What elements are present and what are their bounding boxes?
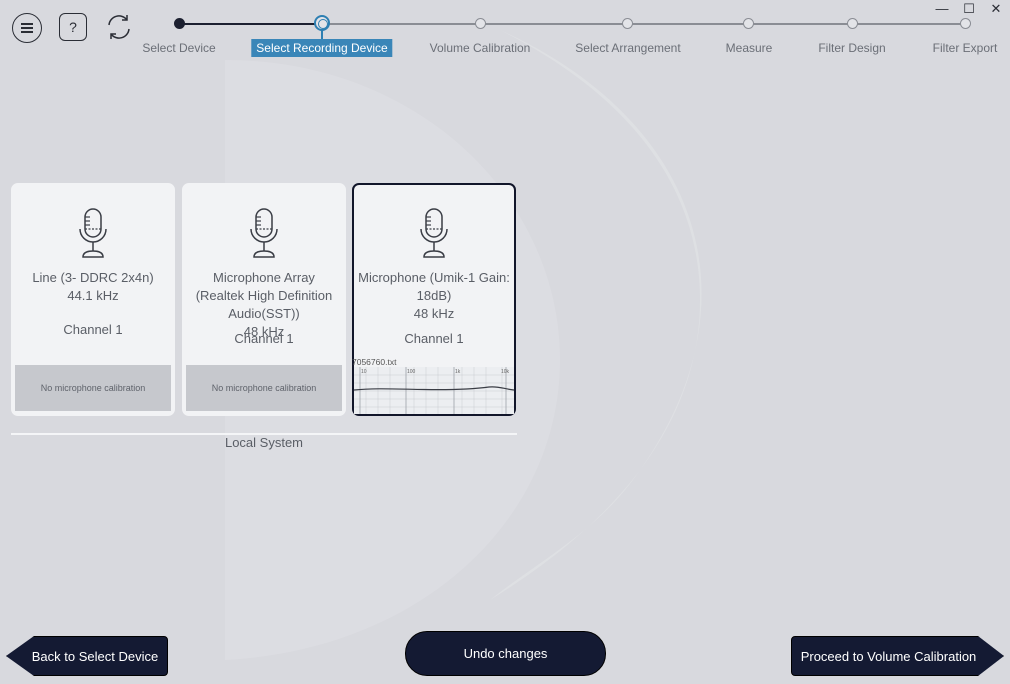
device-card-umik-1[interactable]: Microphone (Umik-1 Gain: 18dB) 48 kHz Ch… bbox=[352, 183, 516, 416]
device-card-line[interactable]: Line (3- DDRC 2x4n) 44.1 kHz Channel 1 N… bbox=[11, 183, 175, 416]
step-dot-measure[interactable] bbox=[743, 18, 754, 29]
calibration-status[interactable]: No microphone calibration bbox=[186, 365, 342, 411]
maximize-button[interactable]: ☐ bbox=[961, 2, 977, 16]
step-dot-select-device[interactable] bbox=[174, 18, 185, 29]
step-label-select-recording-device[interactable]: Select Recording Device bbox=[251, 39, 393, 57]
device-sample-rate: 44.1 kHz bbox=[67, 288, 119, 303]
step-label-select-device[interactable]: Select Device bbox=[137, 39, 220, 57]
step-dot-filter-design[interactable] bbox=[847, 18, 858, 29]
graph-tick-100: 100 bbox=[407, 369, 416, 375]
device-channel: Channel 1 bbox=[234, 331, 294, 346]
step-label-filter-export[interactable]: Filter Export bbox=[928, 39, 1003, 57]
graph-tick-10: 10 bbox=[361, 369, 367, 375]
graph-tick-1k: 1k bbox=[455, 369, 461, 375]
calibration-file-name: 7056760.txt bbox=[352, 357, 397, 367]
graph-tick-10k: 10k bbox=[501, 369, 510, 375]
microphone-icon bbox=[420, 208, 448, 258]
refresh-icon[interactable] bbox=[104, 12, 134, 42]
device-channel: Channel 1 bbox=[63, 322, 123, 337]
stepper-track-line bbox=[322, 23, 966, 25]
hamburger-menu-icon[interactable] bbox=[12, 13, 42, 43]
calibration-curve-graph[interactable]: 10 100 1k 10k bbox=[354, 367, 514, 414]
device-channel: Channel 1 bbox=[404, 331, 464, 346]
device-card-microphone-array[interactable]: Microphone Array (Realtek High Definitio… bbox=[182, 183, 346, 416]
active-step-connector bbox=[321, 30, 323, 39]
step-dot-select-arrangement[interactable] bbox=[622, 18, 633, 29]
step-dot-volume-calibration[interactable] bbox=[475, 18, 486, 29]
microphone-icon bbox=[79, 208, 107, 258]
step-label-measure[interactable]: Measure bbox=[721, 39, 778, 57]
step-label-volume-calibration[interactable]: Volume Calibration bbox=[425, 39, 536, 57]
calibration-status[interactable]: No microphone calibration bbox=[15, 365, 171, 411]
device-name: Line (3- DDRC 2x4n) bbox=[32, 270, 154, 285]
step-label-select-arrangement[interactable]: Select Arrangement bbox=[570, 39, 685, 57]
close-button[interactable]: ✕ bbox=[988, 2, 1004, 16]
stepper-progress-line bbox=[179, 23, 322, 25]
help-button[interactable]: ? bbox=[59, 13, 87, 41]
proceed-to-volume-calibration-button[interactable]: Proceed to Volume Calibration bbox=[791, 636, 1004, 676]
back-to-select-device-button[interactable]: Back to Select Device bbox=[6, 636, 168, 676]
device-name: Microphone Array (Realtek High Definitio… bbox=[195, 270, 333, 321]
step-dot-select-recording-device[interactable] bbox=[314, 15, 330, 31]
step-dot-filter-export[interactable] bbox=[960, 18, 971, 29]
group-label-local-system: Local System bbox=[224, 435, 304, 450]
step-label-filter-design[interactable]: Filter Design bbox=[813, 39, 890, 57]
microphone-icon bbox=[250, 208, 278, 258]
device-name: Microphone (Umik-1 Gain: 18dB) bbox=[358, 270, 510, 303]
undo-changes-button[interactable]: Undo changes bbox=[405, 631, 606, 676]
minimize-button[interactable]: — bbox=[934, 2, 950, 16]
device-sample-rate: 48 kHz bbox=[413, 306, 455, 321]
